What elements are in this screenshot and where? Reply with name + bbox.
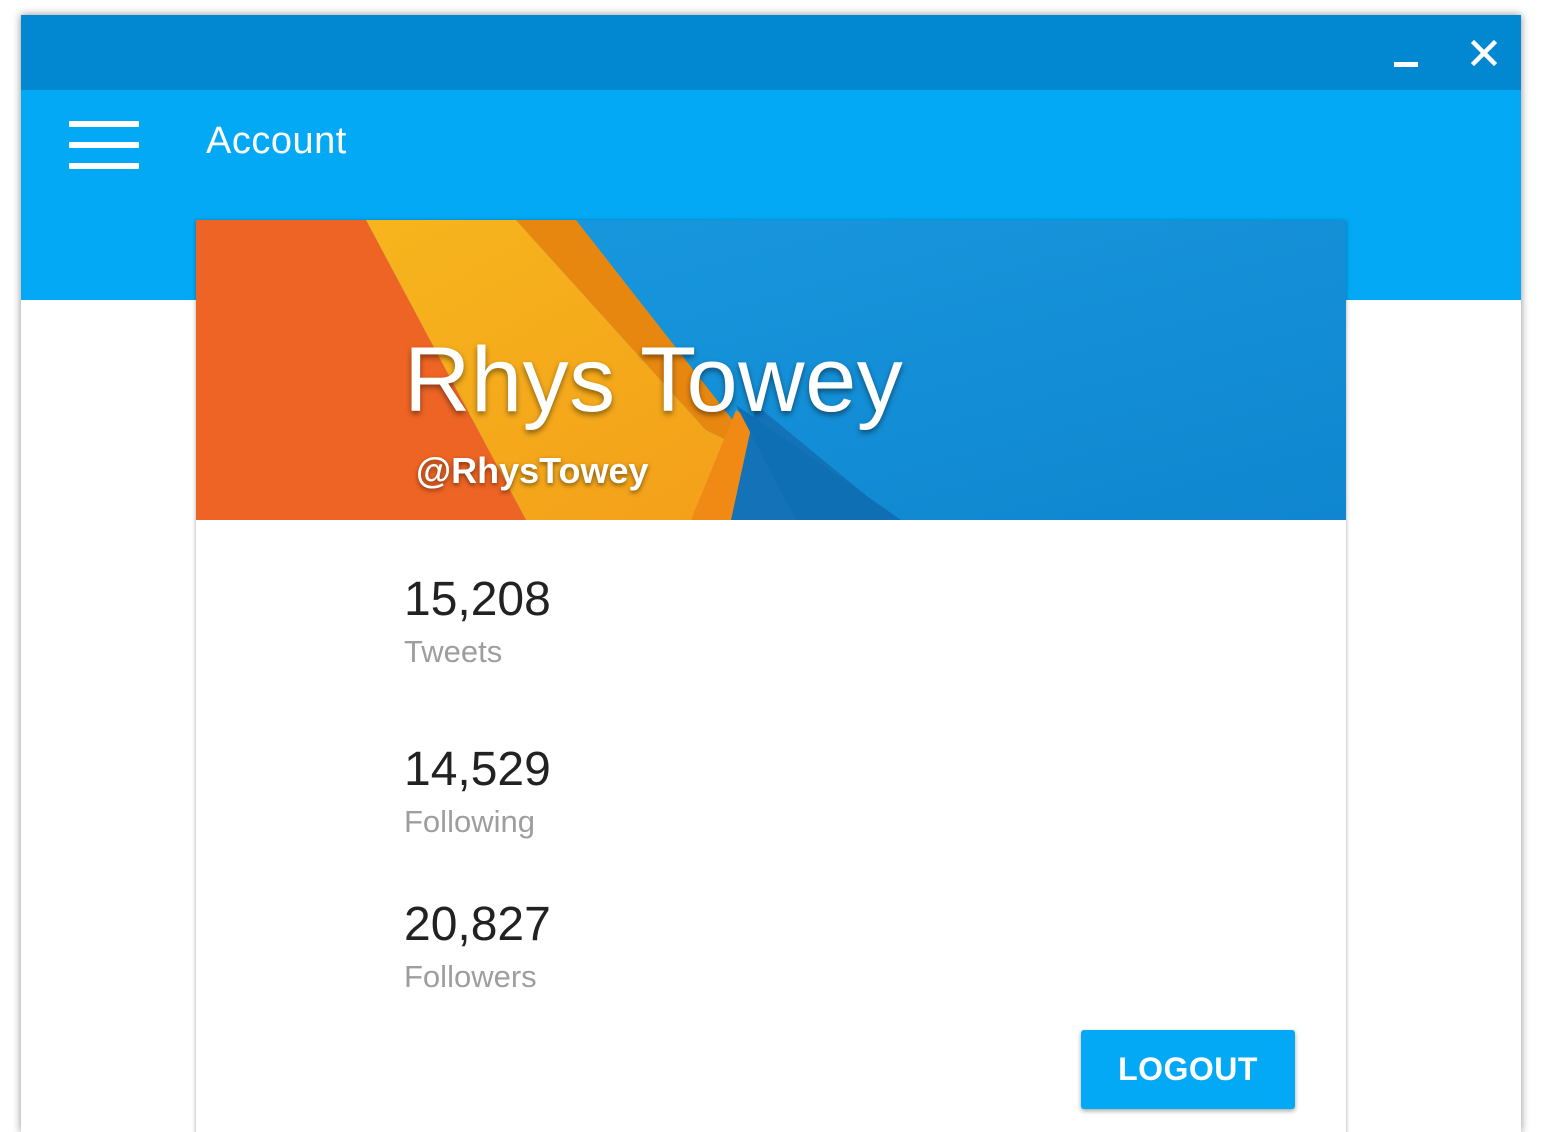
hamburger-line: [69, 163, 139, 169]
stat-label: Following: [404, 804, 535, 839]
hamburger-line: [69, 142, 139, 148]
stat-label: Tweets: [404, 634, 503, 669]
app-window: Account Rhys Towey @RhysTowey 15,208 Twe…: [21, 15, 1521, 1132]
logout-button[interactable]: LOGOUT: [1081, 1030, 1295, 1109]
hamburger-menu-icon[interactable]: [65, 117, 143, 173]
stat-followers: 20,827 Followers: [404, 897, 551, 997]
profile-name: Rhys Towey: [404, 329, 904, 431]
close-icon: [1471, 39, 1497, 66]
minimize-icon: [1394, 62, 1418, 67]
close-button[interactable]: [1449, 15, 1519, 90]
stat-tweets: 15,208 Tweets: [404, 572, 551, 672]
stat-value: 20,827: [404, 898, 551, 951]
minimize-button[interactable]: [1371, 15, 1441, 90]
stat-label: Followers: [404, 959, 537, 994]
profile-banner: Rhys Towey @RhysTowey: [196, 220, 1346, 520]
stat-value: 15,208: [404, 573, 551, 626]
page-title: Account: [206, 120, 347, 162]
profile-handle[interactable]: @RhysTowey: [416, 450, 649, 492]
stat-value: 14,529: [404, 743, 551, 796]
hamburger-line: [69, 121, 139, 127]
account-card: Rhys Towey @RhysTowey 15,208 Tweets 14,5…: [196, 220, 1346, 1132]
window-titlebar[interactable]: [21, 15, 1521, 90]
stat-following: 14,529 Following: [404, 742, 551, 842]
